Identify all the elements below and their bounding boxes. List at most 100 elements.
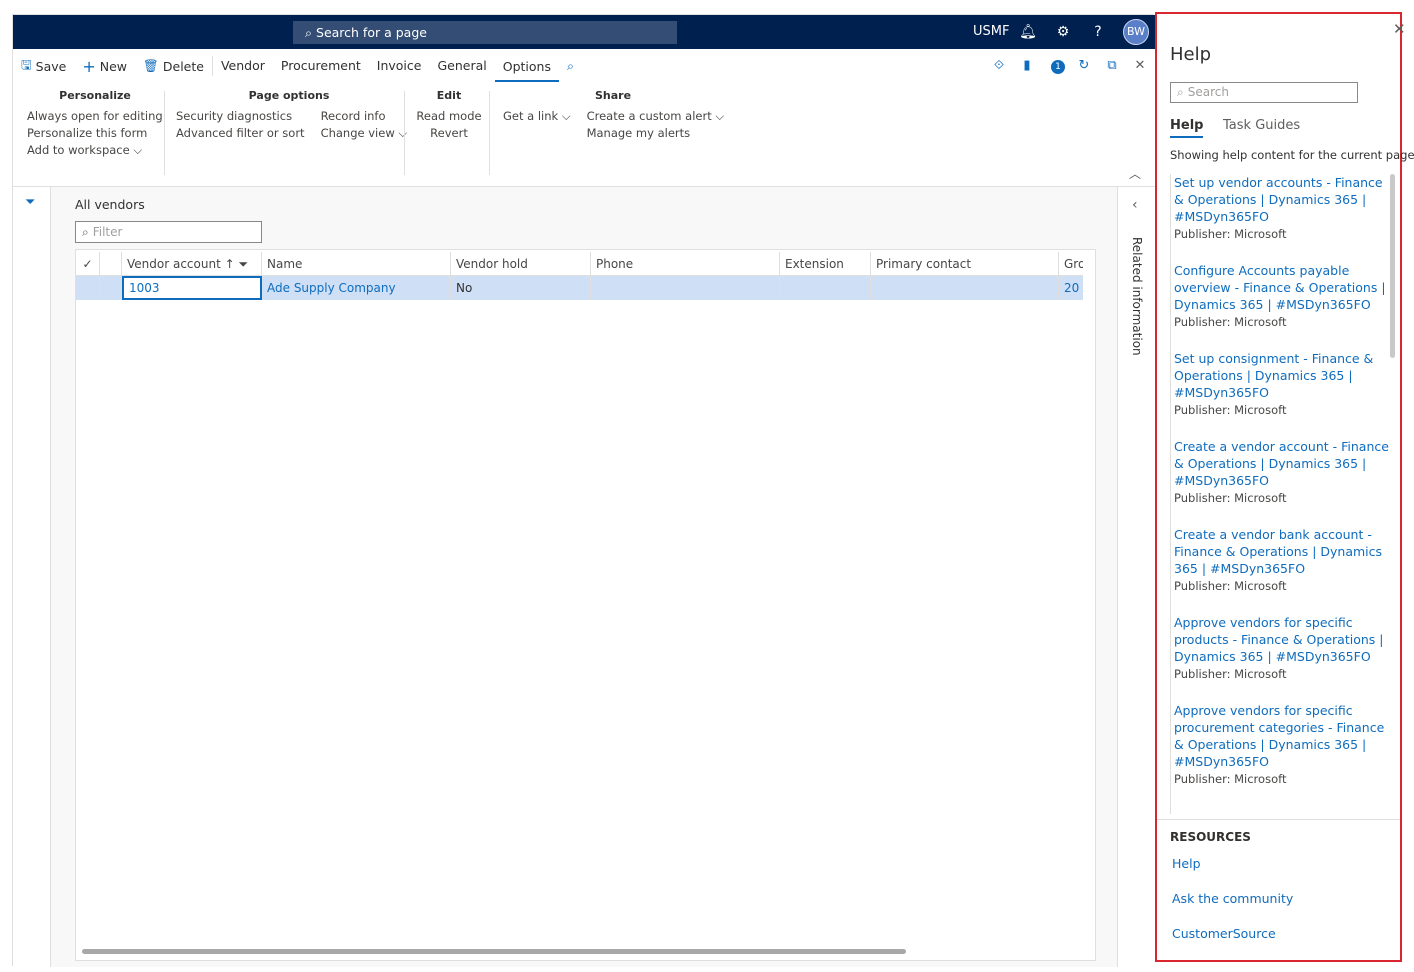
tab-help[interactable]: Help — [1170, 118, 1204, 138]
close-icon[interactable]: ✕ — [1393, 20, 1406, 38]
vendor-name-link[interactable]: Ade Supply Company — [262, 276, 451, 300]
company-picker[interactable]: USMF — [973, 15, 1009, 49]
group-cell: 20 — [1064, 281, 1080, 295]
advanced-filter-button[interactable]: Advanced filter or sort — [176, 125, 305, 142]
resources-title: RESOURCES — [1170, 830, 1251, 844]
search-icon: ⌕ — [305, 25, 313, 40]
notification-icon[interactable]: 1 — [1049, 57, 1067, 75]
horizontal-scrollbar[interactable] — [82, 949, 906, 954]
help-article-link[interactable]: Set up consignment - Finance & Operations… — [1174, 350, 1390, 401]
help-article-title-line: & Operations | Dynamics 365 | — [1174, 737, 1367, 752]
record-info-button[interactable]: Record info — [321, 108, 408, 125]
delete-button[interactable]: 🗑︎ Delete — [135, 56, 213, 76]
list-item: Set up consignment - Finance & Operations… — [1171, 350, 1390, 420]
help-search-input[interactable]: ⌕ Search — [1170, 82, 1358, 103]
tab-vendor[interactable]: Vendor — [213, 49, 273, 83]
always-open-for-editing-button[interactable]: Always open for editing — [27, 108, 163, 125]
column-header-name[interactable]: Name — [262, 252, 451, 276]
save-icon: 🖫 — [21, 56, 32, 72]
office-icon[interactable]: ▮ — [1018, 57, 1036, 75]
chevron-down-icon: ⌵ — [398, 126, 408, 140]
refresh-icon[interactable]: ↻ — [1075, 57, 1093, 75]
help-title: Help — [1170, 44, 1212, 65]
tab-options[interactable]: Options — [494, 50, 559, 82]
select-all-checkbox[interactable]: ✓ — [76, 252, 100, 276]
help-pane: ✕ Help ⌕ Search Help Task Guides Showing… — [1155, 12, 1414, 962]
help-article-title-line: #MSDyn365FO — [1174, 209, 1270, 224]
column-header-vendor-account[interactable]: Vendor account ↑ ⏷ — [122, 252, 262, 276]
tab-procurement[interactable]: Procurement — [273, 49, 369, 83]
close-icon[interactable]: ✕ — [1131, 57, 1149, 75]
read-mode-button[interactable]: Read mode — [415, 108, 483, 125]
filter-pane-toggle[interactable]: ⏷ — [13, 187, 51, 967]
help-article-link[interactable]: Approve vendors for specific products - F… — [1174, 614, 1390, 665]
help-article-publisher: Publisher: Microsoft — [1174, 667, 1287, 681]
tab-general[interactable]: General — [429, 49, 494, 83]
new-label: New — [99, 58, 128, 74]
filter-icon: ⏷ — [238, 257, 249, 271]
chevron-left-icon[interactable]: ‹ — [1132, 197, 1138, 213]
security-diagnostics-button[interactable]: Security diagnostics — [176, 108, 305, 125]
divider — [164, 91, 165, 175]
resource-help-link[interactable]: Help — [1172, 856, 1201, 871]
vendor-account-cell[interactable]: 1003 — [122, 276, 262, 300]
help-article-link[interactable]: Set up vendor accounts - Finance & Operat… — [1174, 174, 1390, 225]
create-custom-alert-button[interactable]: Create a custom alert ⌵ — [587, 108, 725, 125]
help-article-link[interactable]: Approve vendors for specific procurement … — [1174, 702, 1390, 770]
personalize-form-button[interactable]: Personalize this form — [27, 125, 163, 142]
column-header-extension[interactable]: Extension — [780, 252, 871, 276]
connector-icon[interactable]: ⟐ — [990, 57, 1008, 75]
help-article-link[interactable]: Create a vendor bank account - Finance & … — [1174, 526, 1390, 577]
trash-icon: 🗑︎ — [143, 58, 159, 73]
group-title: Edit — [436, 89, 462, 102]
add-to-workspace-button[interactable]: Add to workspace ⌵ — [27, 142, 163, 159]
collapse-ribbon-icon[interactable]: ︿ — [1129, 165, 1141, 182]
row-marker — [100, 276, 122, 300]
bell-icon[interactable]: 🔔︎ — [1019, 23, 1037, 41]
page-search-box[interactable]: ⌕ Search for a page — [293, 21, 677, 44]
help-article-publisher: Publisher: Microsoft — [1174, 227, 1287, 241]
gear-icon[interactable]: ⚙ — [1054, 23, 1072, 41]
help-article-link[interactable]: Configure Accounts payable overview - Fin… — [1174, 262, 1390, 313]
column-header-group[interactable]: Gro — [1059, 252, 1083, 276]
avatar[interactable]: BW — [1123, 19, 1149, 45]
resource-community-link[interactable]: Ask the community — [1172, 891, 1293, 906]
help-scrollbar[interactable] — [1390, 174, 1395, 358]
action-search-button[interactable]: ⌕ — [559, 49, 582, 83]
help-article-publisher: Publisher: Microsoft — [1174, 579, 1287, 593]
help-search-placeholder: Search — [1187, 85, 1229, 99]
column-header-primary-contact[interactable]: Primary contact — [871, 252, 1059, 276]
help-article-title-line: products - Finance & Operations | — [1174, 632, 1384, 647]
tab-invoice[interactable]: Invoice — [369, 49, 430, 83]
question-icon[interactable]: ? — [1089, 23, 1107, 41]
help-article-link[interactable]: Create a vendor account - Finance & Opera… — [1174, 438, 1390, 489]
help-article-title-line: Dynamics 365 | #MSDyn365FO — [1174, 649, 1371, 664]
view-title[interactable]: All vendors — [75, 197, 145, 212]
new-button[interactable]: + New — [74, 49, 135, 83]
group-title: Share — [594, 89, 632, 102]
manage-alerts-button[interactable]: Manage my alerts — [587, 125, 725, 142]
open-new-window-icon[interactable]: ⧉ — [1103, 57, 1121, 75]
resource-customersource-link[interactable]: CustomerSource — [1172, 926, 1276, 941]
column-header-vendor-hold[interactable]: Vendor hold — [451, 252, 591, 276]
change-view-label: Change view — [320, 126, 395, 140]
help-article-title-line: & Operations | Dynamics 365 | — [1174, 456, 1367, 471]
help-article-title-line: Approve vendors for specific — [1174, 615, 1353, 630]
page: ⌕ Search for a page USMF 🔔︎ ⚙ ? BW 🖫 Sav… — [0, 0, 1414, 972]
row-checkbox[interactable] — [76, 276, 100, 300]
ribbon-group-share: Share Get a link ⌵ Create a custom alert… — [503, 89, 725, 142]
save-button[interactable]: 🖫 Save — [13, 49, 74, 83]
help-article-title-line: Create a vendor bank account - — [1174, 527, 1372, 542]
change-view-button[interactable]: Change view ⌵ — [321, 125, 408, 142]
help-article-title-line: Operations | Dynamics 365 | — [1174, 368, 1353, 383]
grid-filter-input[interactable]: ⌕ Filter — [75, 221, 262, 243]
help-article-title-line: procurement categories - Finance — [1174, 720, 1385, 735]
column-header-phone[interactable]: Phone — [591, 252, 780, 276]
list-item: Approve vendors for specific products - F… — [1171, 614, 1390, 684]
table-row[interactable]: 1003 Ade Supply Company No 20 — [76, 276, 1083, 300]
tab-task-guides[interactable]: Task Guides — [1223, 118, 1300, 133]
chevron-down-icon: ⌵ — [133, 143, 143, 157]
get-a-link-button[interactable]: Get a link ⌵ — [503, 108, 571, 142]
related-information-pane[interactable]: ‹ Related information — [1117, 187, 1155, 967]
revert-button[interactable]: Revert — [415, 125, 483, 142]
